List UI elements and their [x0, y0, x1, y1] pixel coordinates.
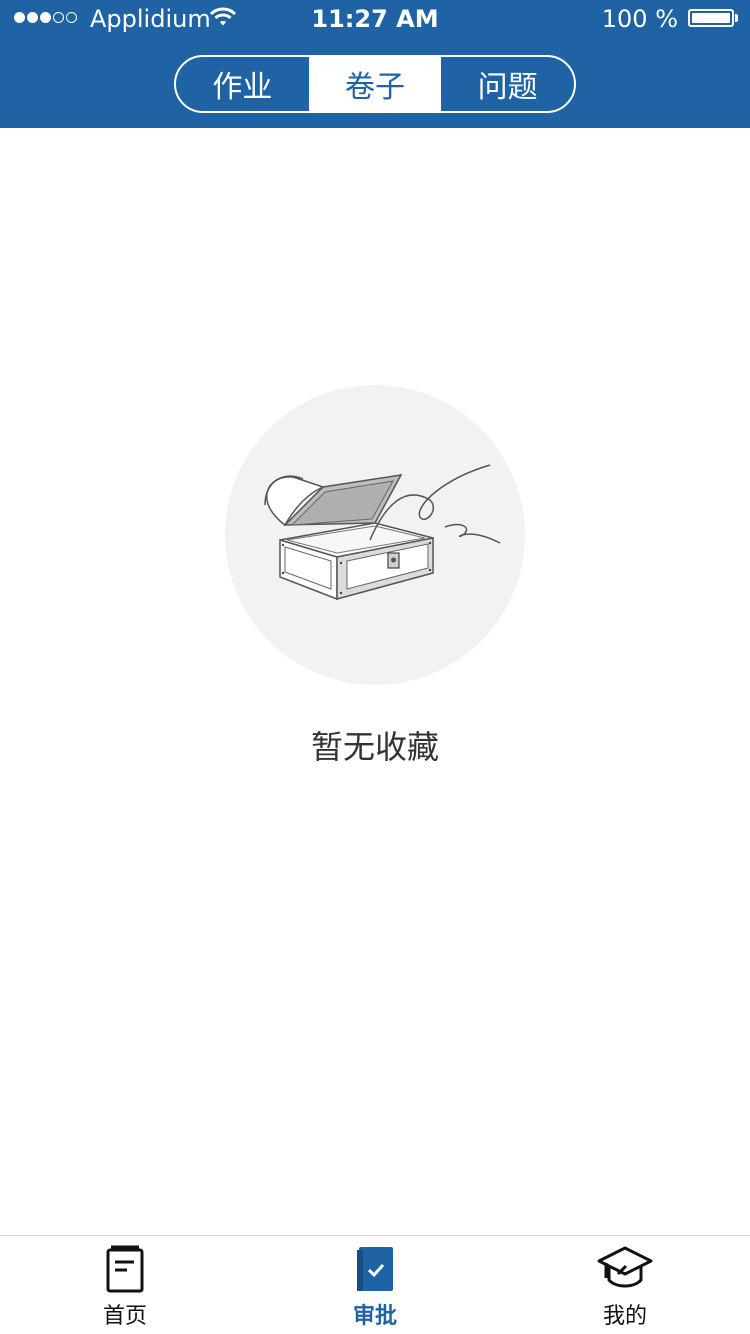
tab-bar: 首页 审批 我的	[0, 1235, 750, 1334]
app-screen: Applidium 11:27 AM 100 % 作业 卷子 问题 暂无收藏 首…	[0, 0, 750, 1334]
tab-approval-label: 审批	[352, 1304, 397, 1329]
segment-papers[interactable]: 卷子	[308, 57, 442, 111]
tab-mine[interactable]: 我的	[545, 1236, 705, 1334]
tab-home[interactable]: 首页	[45, 1236, 205, 1334]
battery-percentage: 100 %	[601, 5, 678, 33]
battery-tip	[735, 14, 738, 22]
graduation-cap-icon	[597, 1246, 653, 1288]
tab-home-label: 首页	[102, 1304, 147, 1329]
battery-icon	[688, 9, 734, 27]
status-bar: Applidium 11:27 AM 100 %	[0, 0, 750, 40]
empty-state-message: 暂无收藏	[310, 728, 439, 766]
tab-approval[interactable]: 审批	[295, 1236, 455, 1334]
header: Applidium 11:27 AM 100 % 作业 卷子 问题	[0, 0, 750, 128]
segment-questions[interactable]: 问题	[441, 57, 574, 111]
approval-book-icon	[357, 1247, 393, 1291]
segmented-control: 作业 卷子 问题	[174, 55, 576, 113]
document-icon	[106, 1245, 144, 1293]
treasure-chest-icon	[264, 464, 501, 601]
segment-homework[interactable]: 作业	[176, 57, 309, 111]
tab-mine-label: 我的	[602, 1304, 647, 1329]
